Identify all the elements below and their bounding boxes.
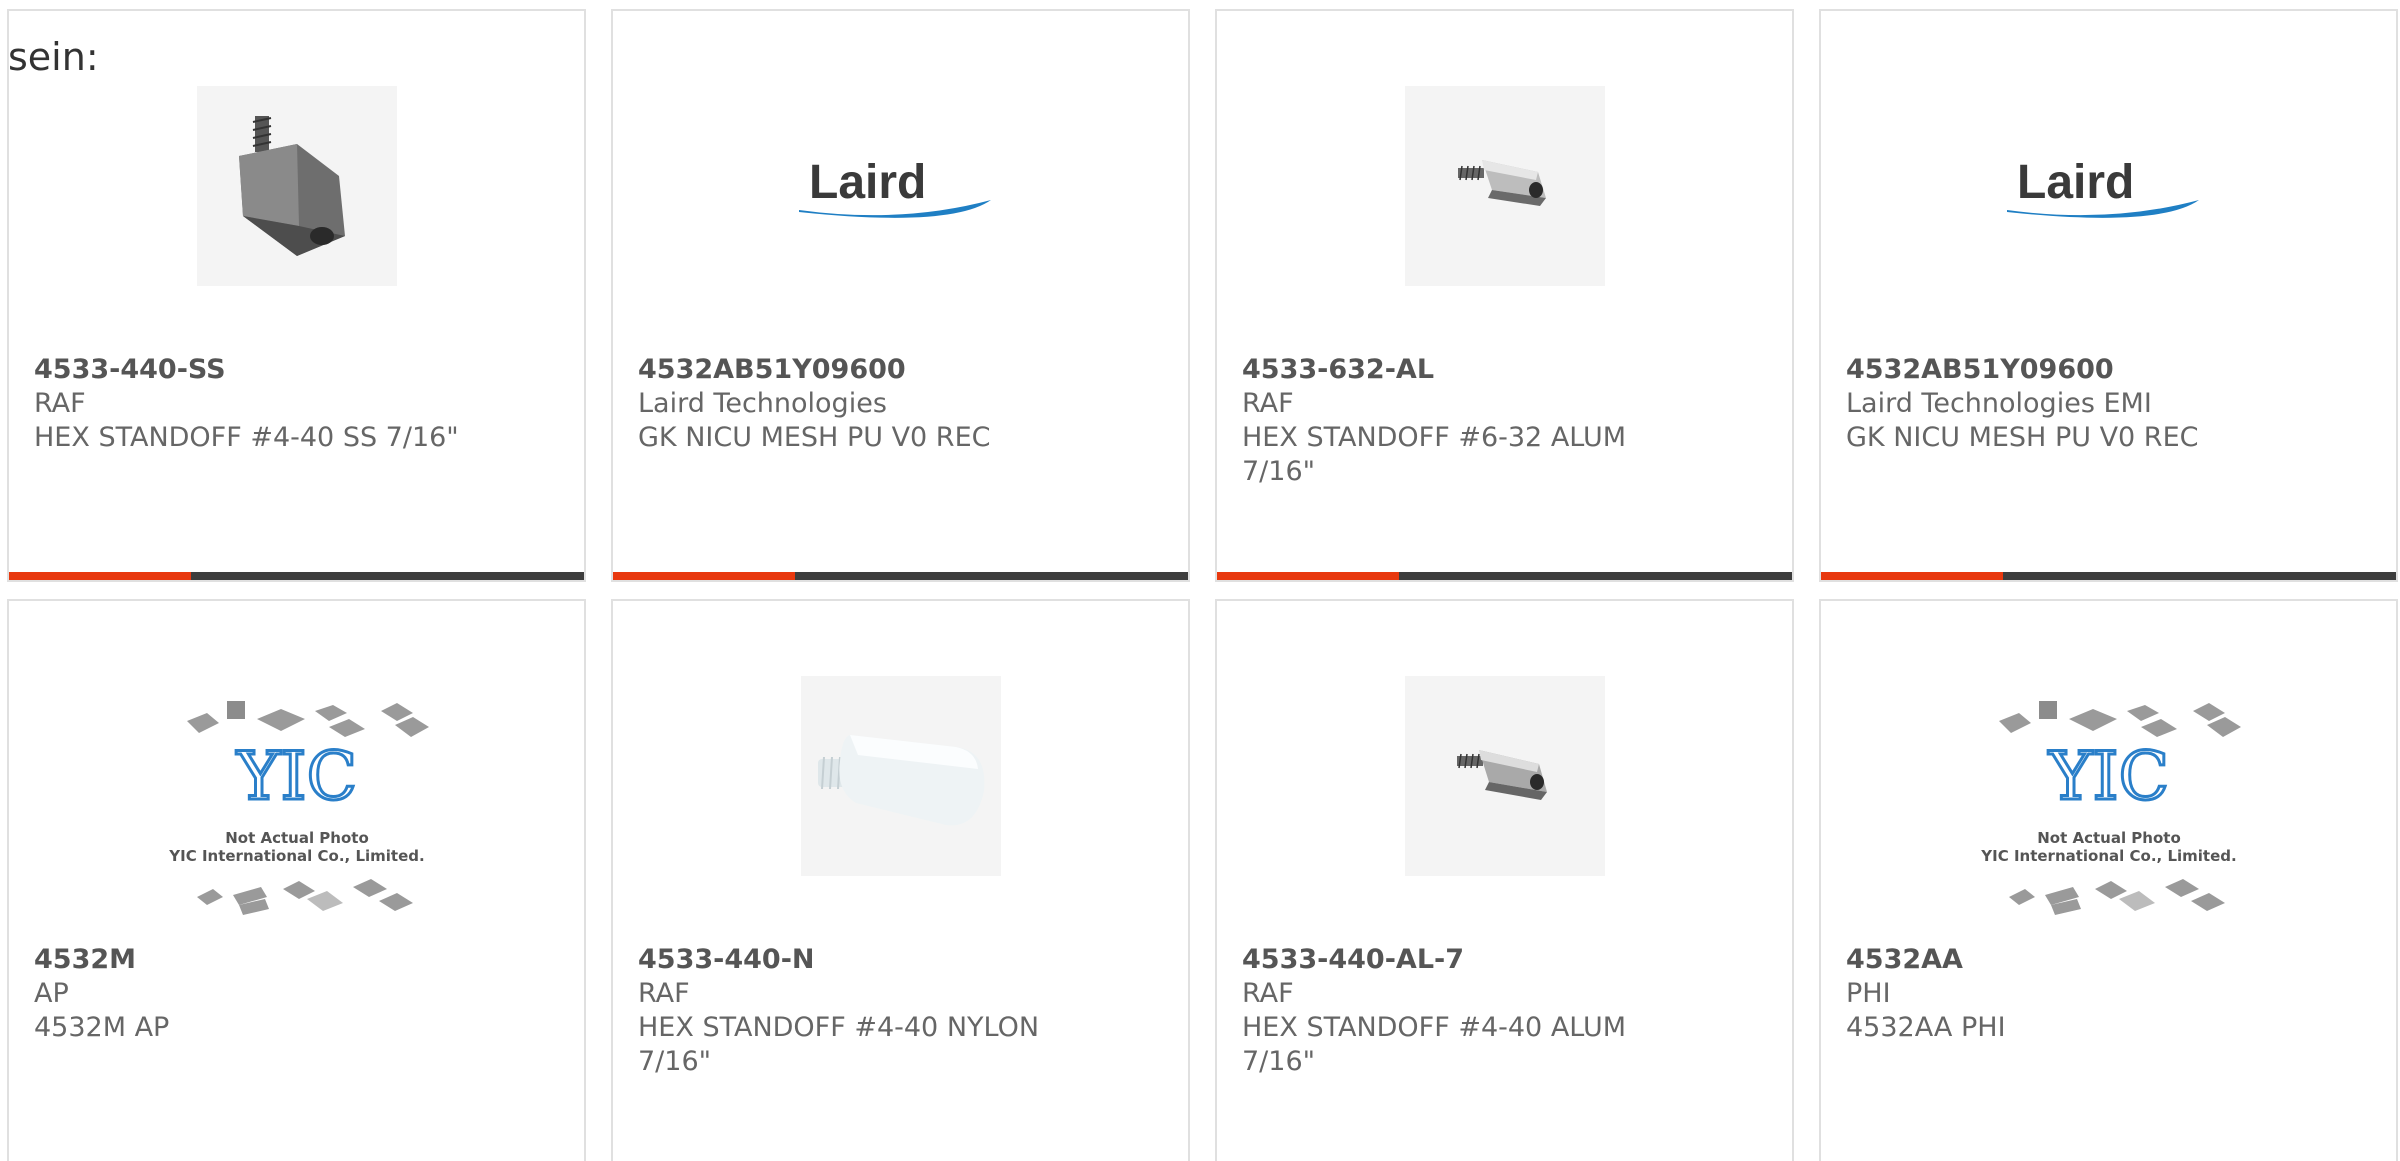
part-number-link[interactable]: 4533-440-SS [34, 353, 564, 387]
description-line: HEX STANDOFF #4-40 SS 7/16" [34, 422, 459, 453]
product-card[interactable]: YIC Not Actual Photo YIC International C… [1819, 599, 2398, 1161]
product-info: 4532AB51Y09600 Laird Technologies EMI GK… [1846, 353, 2376, 455]
card-bottom-bar [1821, 572, 2396, 580]
manufacturer: AP [34, 978, 69, 1009]
product-card[interactable]: 4533-440-SS RAF HEX STANDOFF #4-40 SS 7/… [7, 9, 586, 582]
product-grid-page: sein: 4533-440-SS RAF HEX STANDOFF #4-40… [0, 0, 2400, 1161]
product-image[interactable] [1217, 671, 1792, 881]
manufacturer: RAF [1242, 978, 1294, 1009]
description-line: 7/16" [1242, 456, 1316, 487]
description-line: HEX STANDOFF #6-32 ALUM [1242, 422, 1627, 453]
product-info: 4533-440-N RAF HEX STANDOFF #4-40 NYLON … [638, 943, 1168, 1079]
svg-text:YIC International Co., Limited: YIC International Co., Limited. [1980, 847, 2236, 865]
product-info: 4532AA PHI 4532AA PHI [1846, 943, 2376, 1045]
product-image[interactable] [9, 81, 584, 291]
svg-text:YIC: YIC [235, 738, 356, 815]
product-info: 4532AB51Y09600 Laird Technologies GK NIC… [638, 353, 1168, 455]
product-image[interactable]: YIC Not Actual Photo YIC International C… [9, 691, 584, 931]
part-number-link[interactable]: 4532AB51Y09600 [1846, 353, 2376, 387]
manufacturer: RAF [1242, 388, 1294, 419]
card-accent-bar [613, 572, 795, 580]
part-number-link[interactable]: 4532AB51Y09600 [638, 353, 1168, 387]
svg-text:Laird: Laird [2017, 156, 2134, 209]
description-line: HEX STANDOFF #4-40 NYLON [638, 1012, 1040, 1043]
product-image[interactable]: Laird [613, 81, 1188, 291]
description-line: HEX STANDOFF #4-40 ALUM [1242, 1012, 1627, 1043]
card-accent-bar [1217, 572, 1399, 580]
hex-standoff-steel-photo [196, 86, 397, 286]
product-info: 4533-440-SS RAF HEX STANDOFF #4-40 SS 7/… [34, 353, 564, 455]
description-line: GK NICU MESH PU V0 REC [638, 422, 991, 453]
svg-text:Not Actual Photo: Not Actual Photo [2037, 829, 2181, 847]
manufacturer: PHI [1846, 978, 1891, 1009]
laird-logo: Laird [798, 156, 991, 218]
manufacturer: Laird Technologies [638, 388, 887, 419]
hex-standoff-aluminum-photo [1404, 86, 1605, 286]
yic-placeholder: YIC Not Actual Photo YIC International C… [168, 701, 429, 915]
product-card[interactable]: YIC Not Actual Photo YIC International C… [7, 599, 586, 1161]
product-card[interactable]: Laird 4532AB51Y09600 Laird Technologies … [1819, 9, 2398, 582]
laird-logo: Laird [2006, 156, 2199, 218]
svg-text:YIC International Co., Limited: YIC International Co., Limited. [168, 847, 424, 865]
description-line: 4532AA PHI [1846, 1012, 2006, 1043]
nylon-standoff-photo [800, 676, 1001, 876]
product-info: 4532M AP 4532M AP [34, 943, 564, 1045]
product-card[interactable]: 4533-440-N RAF HEX STANDOFF #4-40 NYLON … [611, 599, 1190, 1161]
product-card[interactable]: Laird 4532AB51Y09600 Laird Technologies … [611, 9, 1190, 582]
description-line: 7/16" [1242, 1046, 1316, 1077]
manufacturer: RAF [638, 978, 690, 1009]
card-accent-bar [1821, 572, 2003, 580]
product-image[interactable] [613, 671, 1188, 881]
card-bottom-bar [613, 572, 1188, 580]
part-number-link[interactable]: 4532AA [1846, 943, 2376, 977]
description-line: 4532M AP [34, 1012, 170, 1043]
top-note-text: sein: [8, 35, 99, 79]
product-info: 4533-440-AL-7 RAF HEX STANDOFF #4-40 ALU… [1242, 943, 1772, 1079]
card-accent-bar [9, 572, 191, 580]
manufacturer: RAF [34, 388, 86, 419]
card-bottom-bar [9, 572, 584, 580]
svg-text:YIC: YIC [2047, 738, 2168, 815]
svg-text:Not Actual Photo: Not Actual Photo [225, 829, 369, 847]
product-card[interactable]: 4533-632-AL RAF HEX STANDOFF #6-32 ALUM … [1215, 9, 1794, 582]
hex-standoff-aluminum-photo [1404, 676, 1605, 876]
yic-placeholder: YIC Not Actual Photo YIC International C… [1980, 701, 2241, 915]
manufacturer: Laird Technologies EMI [1846, 388, 2152, 419]
part-number-link[interactable]: 4533-440-AL-7 [1242, 943, 1772, 977]
card-bottom-bar [1217, 572, 1792, 580]
svg-text:Laird: Laird [809, 156, 926, 209]
part-number-link[interactable]: 4533-632-AL [1242, 353, 1772, 387]
product-image[interactable]: Laird [1821, 81, 2396, 291]
product-image[interactable] [1217, 81, 1792, 291]
part-number-link[interactable]: 4533-440-N [638, 943, 1168, 977]
description-line: GK NICU MESH PU V0 REC [1846, 422, 2199, 453]
product-info: 4533-632-AL RAF HEX STANDOFF #6-32 ALUM … [1242, 353, 1772, 489]
description-line: 7/16" [638, 1046, 712, 1077]
part-number-link[interactable]: 4532M [34, 943, 564, 977]
product-card[interactable]: 4533-440-AL-7 RAF HEX STANDOFF #4-40 ALU… [1215, 599, 1794, 1161]
product-image[interactable]: YIC Not Actual Photo YIC International C… [1821, 691, 2396, 931]
